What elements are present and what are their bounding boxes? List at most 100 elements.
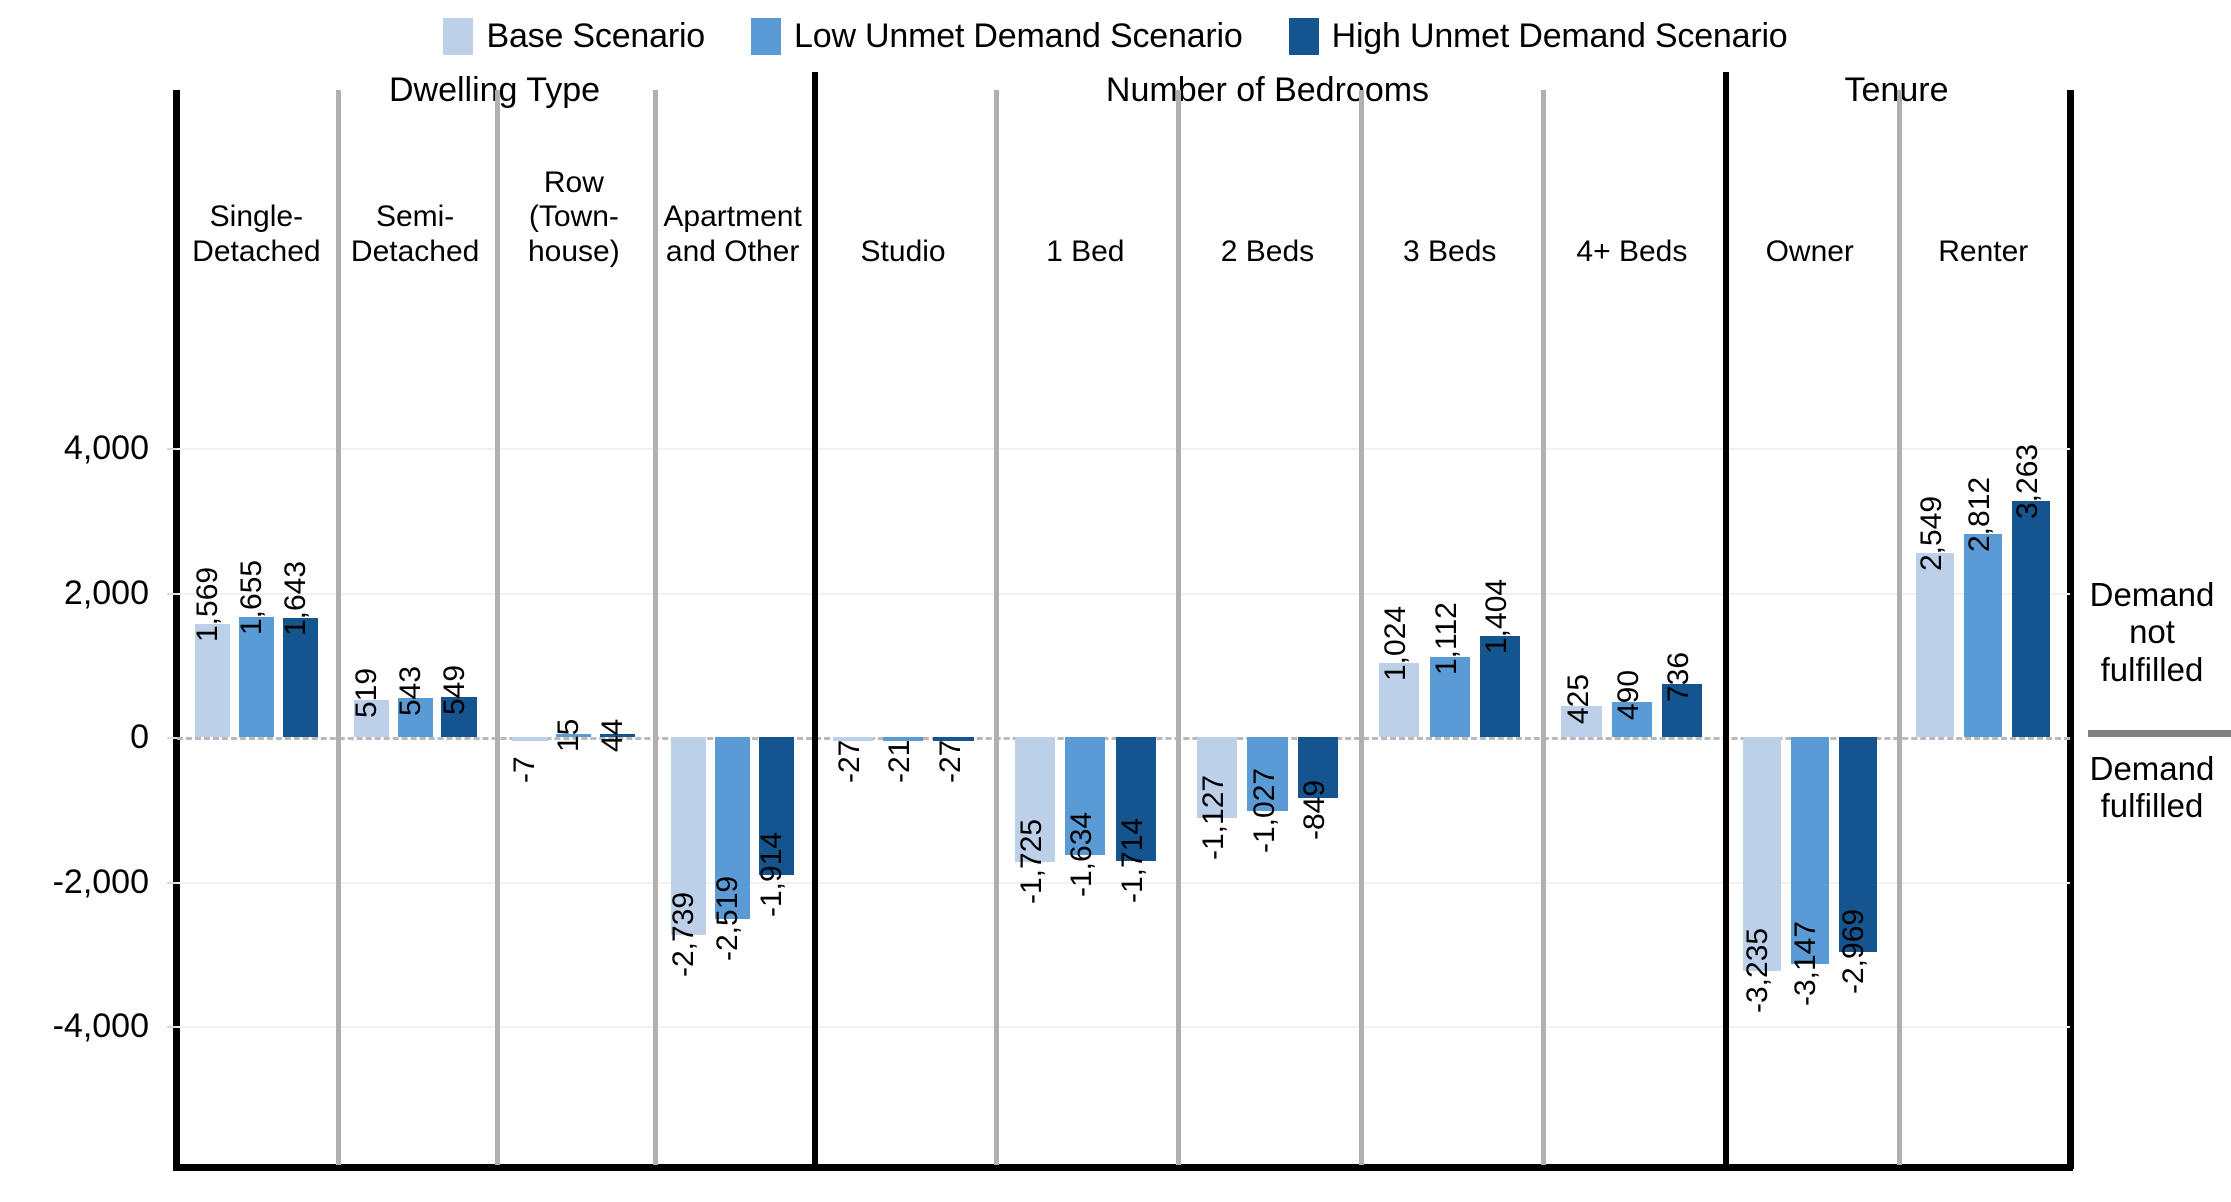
- bar-value-label: -2,739: [667, 891, 701, 977]
- category-label-line: Detached: [350, 235, 480, 269]
- category-divider: [653, 90, 659, 1165]
- bar-value-label: -21: [883, 739, 917, 783]
- bar: [1964, 533, 2003, 737]
- bar-value-label: 1,655: [234, 560, 268, 636]
- category-divider: [1176, 90, 1182, 1165]
- y-axis-tick-label: -2,000: [52, 862, 149, 901]
- category-label-line: and Other: [665, 235, 800, 269]
- section-title: Number of Bedrooms: [1105, 71, 1430, 109]
- bar-value-label: 543: [393, 665, 427, 716]
- bar-value-label: -2,969: [1837, 908, 1871, 994]
- y-axis-tick-label: 4,000: [63, 429, 149, 467]
- y-axis-tick-mark: [167, 737, 177, 739]
- legend-item: High Unmet Demand Scenario: [1288, 17, 1788, 55]
- bar-value-label: 549: [437, 665, 471, 716]
- bar: [512, 737, 548, 741]
- legend-item: Base Scenario: [443, 17, 706, 55]
- y-axis-tick-label: -4,000: [52, 1007, 149, 1045]
- bar-value-label: 15: [552, 718, 586, 752]
- bar-value-label: 1,643: [278, 561, 312, 637]
- category-label-line: Studio: [860, 235, 946, 269]
- bar: [1916, 552, 1955, 737]
- category-label-line: Semi-: [375, 200, 455, 234]
- bar-value-label: 1,024: [1379, 605, 1413, 682]
- category-label: 4+ Beds: [1541, 235, 1723, 270]
- bar-value-label: -2,519: [711, 875, 745, 961]
- annotation-line-2: not: [2129, 613, 2175, 651]
- bar: [282, 618, 318, 737]
- bar-value-label: -1,027: [1247, 768, 1281, 854]
- gridline: [177, 1026, 2070, 1028]
- bar-value-label: -1,725: [1014, 818, 1048, 904]
- annotation-line-2: fulfilled: [2100, 787, 2204, 825]
- category-label-line: (Town-: [528, 200, 619, 234]
- bar-value-label: 736: [1662, 651, 1696, 702]
- axis-left-spine: [173, 90, 180, 1169]
- bar-value-label: -3,147: [1789, 921, 1823, 1007]
- category-divider: [994, 90, 1000, 1165]
- grouped-bar-chart: Base Scenario Low Unmet Demand Scenario Hi…: [0, 0, 2231, 1202]
- chart-legend: Base Scenario Low Unmet Demand Scenario Hi…: [0, 8, 2231, 64]
- gridline: [177, 592, 2070, 595]
- category-label-line: house): [528, 235, 620, 269]
- category-label-line: Apartment: [663, 200, 802, 234]
- annotation-divider-rule: [2088, 730, 2231, 737]
- legend-swatch-icon: [1288, 17, 1319, 55]
- annotation-demand-fulfilled: Demand fulfilled: [2082, 750, 2222, 825]
- bar-value-label: 1,112: [1429, 601, 1463, 675]
- category-label: Apartment and Other: [653, 200, 812, 270]
- bar-value-label: -1,914: [755, 832, 789, 918]
- category-label: Studio: [812, 235, 994, 270]
- bar-value-label: 519: [349, 667, 383, 718]
- category-label-line: Owner: [1765, 235, 1854, 269]
- y-axis-tick-mark: [167, 1026, 177, 1028]
- y-axis-tick-mark: [167, 448, 177, 450]
- y-axis-tick-mark: [167, 592, 177, 595]
- category-label: Row (Town-house): [495, 166, 654, 270]
- category-label: Semi- Detached: [336, 200, 495, 270]
- bar-value-label: -27: [933, 739, 967, 783]
- bar: [238, 617, 274, 737]
- bar-value-label: -27: [832, 739, 866, 783]
- bar-value-label: -1,714: [1115, 817, 1149, 903]
- bar-value-label: 2,812: [1962, 476, 1996, 552]
- category-label-line: 3 Beds: [1402, 235, 1497, 269]
- legend-label: Low Unmet Demand Scenario: [794, 17, 1243, 55]
- category-label-line: Single-: [209, 200, 304, 234]
- category-label-line: Renter: [1938, 235, 2029, 269]
- category-label-line: Detached: [192, 235, 321, 269]
- bar-value-label: -7: [508, 755, 542, 783]
- category-divider: [494, 90, 500, 1165]
- bar-value-label: 44: [596, 718, 630, 752]
- bar-value-label: -849: [1298, 780, 1331, 841]
- bar-value-label: 490: [1611, 669, 1645, 720]
- category-label-line: 2 Beds: [1220, 235, 1315, 269]
- annotation-line-3: fulfilled: [2100, 650, 2204, 688]
- bar-value-label: -1,127: [1197, 775, 1231, 861]
- category-divider: [1896, 90, 1902, 1165]
- y-axis-tick-label: 2,000: [63, 573, 149, 612]
- bar: [2012, 501, 2051, 737]
- annotation-line-1: Demand: [2089, 750, 2215, 787]
- bar-value-label: 2,549: [1914, 495, 1948, 571]
- y-axis-labels: 4,000 2,000 0 -2,000 -4,000: [0, 290, 177, 1165]
- axis-bottom-spine: [173, 1164, 2073, 1171]
- section-divider: [1723, 72, 1729, 1165]
- legend-label: Base Scenario: [486, 17, 706, 55]
- legend-label: High Unmet Demand Scenario: [1331, 17, 1788, 55]
- plot-area: 1,569 1,655 1,643 519 543 549 -7 15 44 -2,739 -2,5…: [167, 72, 2074, 1171]
- bar-value-label: 425: [1561, 674, 1595, 725]
- section-divider: [812, 72, 818, 1165]
- category-label: Renter: [1897, 235, 2071, 270]
- gridline: [177, 448, 2070, 450]
- y-axis-tick-label: 0: [130, 718, 149, 756]
- bar-value-label: -3,235: [1741, 927, 1775, 1013]
- category-label-line: 4+ Beds: [1576, 235, 1688, 269]
- category-divider: [1358, 90, 1364, 1165]
- axis-right-spine: [2067, 90, 2074, 1169]
- legend-item: Low Unmet Demand Scenario: [751, 17, 1243, 55]
- category-label-line: 1 Bed: [1046, 235, 1125, 269]
- legend-swatch-icon: [751, 17, 782, 55]
- legend-swatch-icon: [443, 17, 474, 55]
- annotation-line-1: Demand: [2089, 576, 2215, 613]
